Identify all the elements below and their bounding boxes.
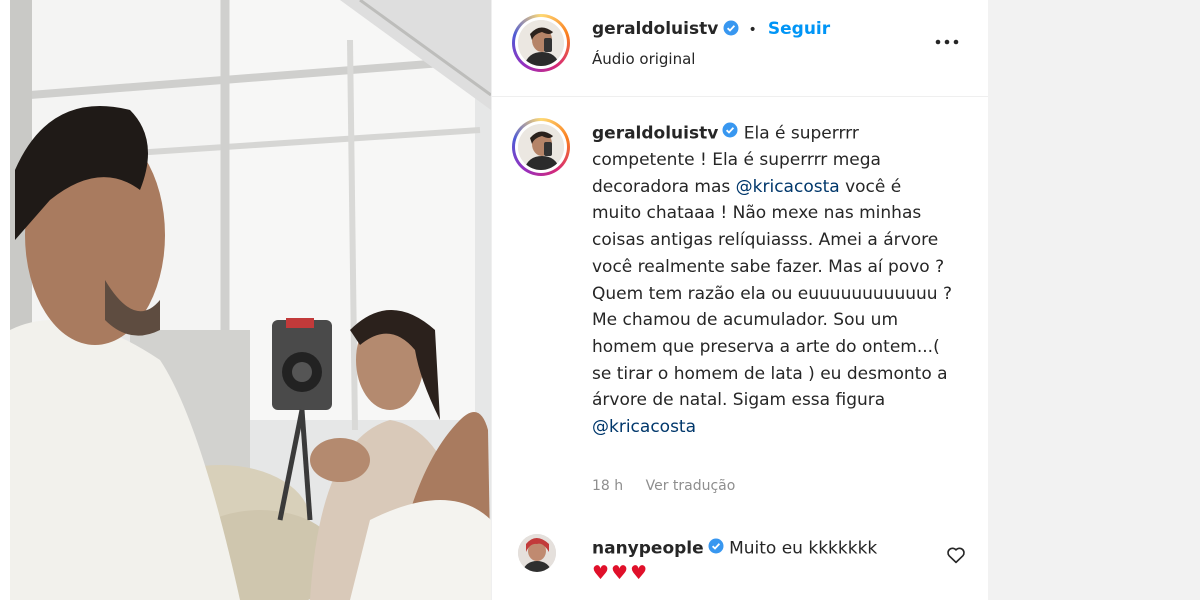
post-caption: geraldoluistv Ela é superrrr competente … xyxy=(592,120,952,441)
comment: nanypeople Muito eu kkkkkkk xyxy=(592,538,877,559)
caption-meta: 18 h Ver tradução xyxy=(592,478,753,494)
verified-badge-icon xyxy=(708,538,724,559)
author-username[interactable]: geraldoluistv xyxy=(592,19,718,39)
avatar-image xyxy=(518,20,564,66)
post-video[interactable] xyxy=(10,0,491,600)
video-frame-image xyxy=(10,0,491,600)
caption-username[interactable]: geraldoluistv xyxy=(592,123,718,143)
verified-badge-icon xyxy=(723,20,739,40)
avatar-border xyxy=(515,17,567,69)
caption-author-avatar[interactable] xyxy=(512,118,570,176)
post-time[interactable]: 18 h xyxy=(592,478,623,494)
author-avatar[interactable] xyxy=(512,14,570,72)
mention-link[interactable]: @kricacosta xyxy=(736,177,840,197)
mention-link[interactable]: @kricacosta xyxy=(592,417,696,437)
comment-hearts: ♥♥♥ xyxy=(592,562,650,584)
audio-label[interactable]: Áudio original xyxy=(592,50,695,68)
like-comment-button[interactable] xyxy=(946,546,966,568)
heart-outline-icon xyxy=(947,547,965,564)
commenter-avatar-image xyxy=(518,534,556,572)
left-margin xyxy=(0,0,10,600)
post-side-panel: geraldoluistv • Seguir Áudio original ge… xyxy=(491,0,989,600)
follow-button[interactable]: Seguir xyxy=(768,19,830,39)
commenter-avatar[interactable] xyxy=(518,534,556,572)
comment-text: Muito eu kkkkkkk xyxy=(723,538,878,559)
separator-dot: • xyxy=(748,22,757,38)
commenter-username[interactable]: nanypeople xyxy=(592,539,704,559)
verified-badge-icon xyxy=(722,120,738,147)
see-translation-button[interactable]: Ver tradução xyxy=(646,478,736,494)
avatar-border xyxy=(515,121,567,173)
caption-text-part-2: você é muito chataaa ! Não mexe nas minh… xyxy=(592,176,952,411)
post-header: geraldoluistv • Seguir Áudio original xyxy=(492,0,988,97)
avatar-image xyxy=(518,124,564,170)
more-horizontal-icon xyxy=(935,39,959,45)
header-title-row: geraldoluistv • Seguir xyxy=(592,19,830,40)
more-options-button[interactable] xyxy=(932,30,962,54)
page-background xyxy=(988,0,1200,600)
